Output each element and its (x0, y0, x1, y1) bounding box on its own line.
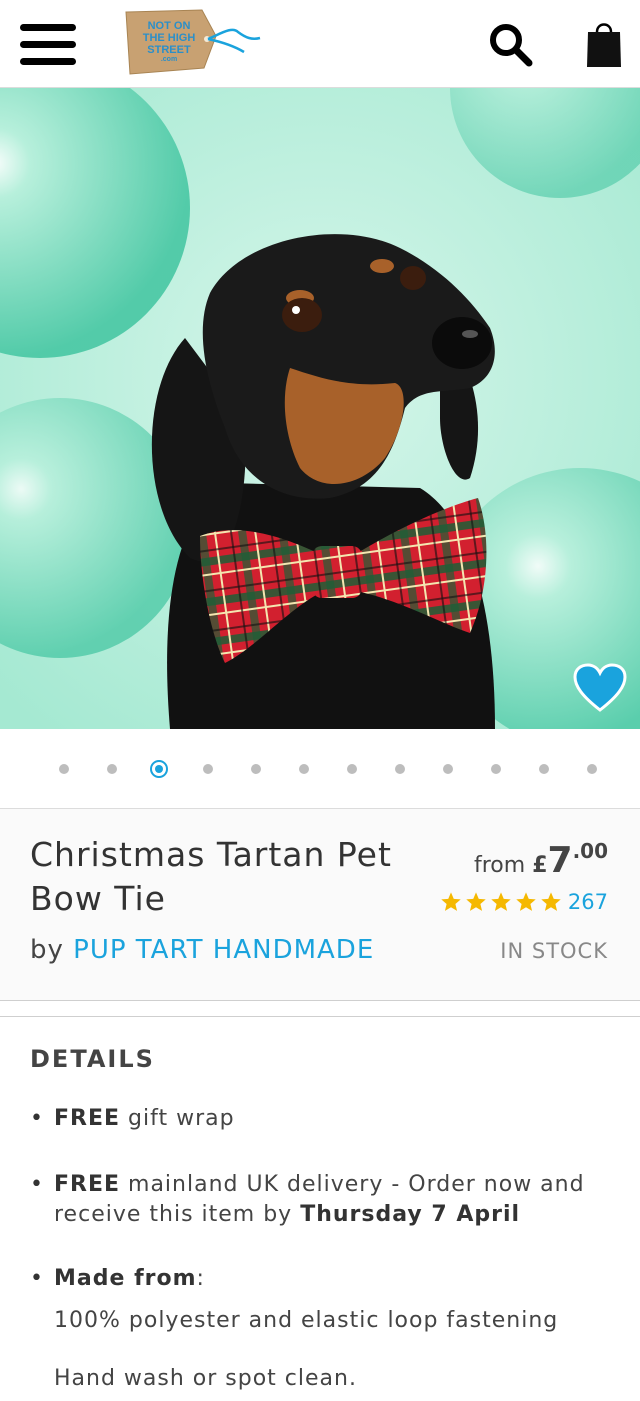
carousel-dot[interactable] (491, 764, 501, 774)
product-details: DETAILS FREE gift wrap FREE mainland UK … (0, 1016, 640, 1401)
delivery-bullet: FREE mainland UK delivery - Order now an… (30, 1170, 590, 1230)
product-title-line-1: Christmas Tartan Pet (30, 835, 392, 874)
carousel-dot[interactable] (59, 764, 69, 774)
star-icon (516, 892, 536, 911)
details-heading: DETAILS (30, 1045, 155, 1073)
care-instructions: Hand wash or spot clean. (54, 1366, 357, 1391)
carousel-dot[interactable] (395, 764, 405, 774)
heart-icon (573, 663, 627, 712)
made-from-value: 100% polyester and elastic loop fastenin… (54, 1308, 559, 1333)
carousel-dot[interactable] (539, 764, 549, 774)
made-from-bullet: Made from: (30, 1264, 590, 1294)
made-from-label: Made from (54, 1266, 197, 1291)
hamburger-menu-icon[interactable] (20, 24, 76, 66)
dog-bow-tie-photo (0, 88, 640, 729)
carousel-dot[interactable] (443, 764, 453, 774)
price-currency: £ (532, 853, 548, 878)
carousel-dot[interactable] (203, 764, 213, 774)
search-icon (490, 24, 533, 67)
stock-status: IN STOCK (500, 939, 608, 963)
carousel-dot[interactable] (299, 764, 309, 774)
shopping-bag-icon (587, 23, 621, 67)
product-title: Christmas Tartan Pet Bow Tie (30, 833, 410, 921)
product-summary: Christmas Tartan Pet Bow Tie by PUP TART… (0, 809, 640, 1001)
logo-line-3: STREET (147, 44, 191, 56)
carousel-dot[interactable] (347, 764, 357, 774)
basket-button[interactable] (584, 18, 624, 70)
price-decimal: .00 (572, 839, 608, 863)
favourite-button[interactable] (572, 662, 628, 714)
image-carousel-pagination (0, 729, 640, 809)
seller-link[interactable]: PUP TART HANDMADE (73, 935, 374, 965)
gift-wrap-free: FREE (54, 1106, 121, 1131)
logo-line-4: .com (160, 56, 178, 63)
review-count[interactable]: 267 (568, 890, 608, 914)
carousel-dot[interactable] (107, 764, 117, 774)
delivery-free: FREE (54, 1172, 121, 1197)
price-prefix: from (473, 853, 526, 878)
star-icon (466, 892, 486, 911)
logo-line-1: NOT ON (147, 20, 191, 32)
site-logo[interactable]: NOT ON THE HIGH STREET .com (120, 8, 262, 80)
product-image[interactable] (0, 88, 640, 729)
logo-text: NOT ON THE HIGH STREET .com (132, 20, 206, 64)
made-from-colon: : (196, 1266, 205, 1291)
product-title-line-2: Bow Tie (30, 879, 166, 918)
gift-wrap-bullet: FREE gift wrap (30, 1104, 590, 1134)
logo-line-2: THE HIGH (142, 32, 196, 44)
carousel-dot-active[interactable] (150, 760, 168, 778)
star-icon (491, 892, 511, 911)
search-button[interactable] (488, 22, 534, 68)
product-price: from £7.00 (474, 839, 608, 881)
carousel-dot[interactable] (587, 764, 597, 774)
product-rating[interactable]: 267 (440, 887, 608, 917)
carousel-dot[interactable] (251, 764, 261, 774)
gift-wrap-text: gift wrap (120, 1106, 235, 1131)
star-icon (541, 892, 561, 911)
seller-byline: by PUP TART HANDMADE (30, 933, 374, 967)
star-icon (441, 892, 461, 911)
delivery-date: Thursday 7 April (300, 1202, 521, 1227)
seller-prefix: by (30, 935, 64, 965)
site-header: NOT ON THE HIGH STREET .com (0, 0, 640, 88)
price-integer: 7 (547, 840, 573, 881)
